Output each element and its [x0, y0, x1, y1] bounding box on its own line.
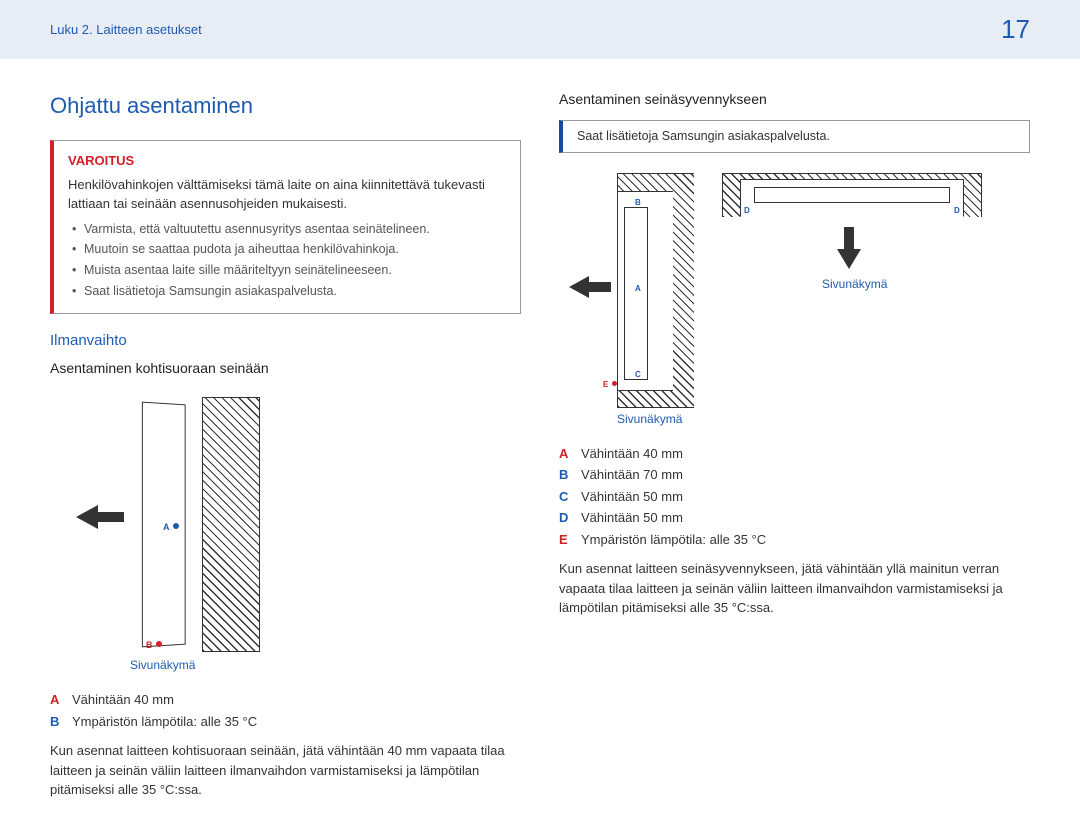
section-ventilation: Ilmanvaihto — [50, 330, 521, 353]
info-text: Saat lisätietoja Samsungin asiakaspalvel… — [577, 129, 830, 143]
marker-d: D — [744, 205, 750, 217]
warning-box: VAROITUS Henkilövahinkojen välttämiseksi… — [50, 140, 521, 314]
recess-top-panel — [754, 187, 950, 203]
legend-text: Vähintään 50 mm — [581, 487, 683, 507]
wall-hatch — [202, 397, 260, 652]
legend-row: B Ympäristön lämpötila: alle 35 °C — [50, 712, 521, 732]
legend-key-a: A — [559, 444, 573, 464]
caption-side-view: Sivunäkymä — [822, 275, 887, 293]
arrow-down-icon — [844, 227, 854, 249]
legend-key-e: E — [559, 530, 573, 550]
legend-row: E Ympäristön lämpötila: alle 35 °C — [559, 530, 1030, 550]
legend-key-c: C — [559, 487, 573, 507]
legend-key-a: A — [50, 690, 64, 710]
page-title: Ohjattu asentaminen — [50, 89, 521, 122]
body-text-1: Kun asennat laitteen kohtisuoraan seinää… — [50, 741, 521, 800]
diagram-recess-side-wrap: B A C E Sivunäkymä — [569, 173, 694, 428]
right-column: Asentaminen seinäsyvennykseen Saat lisät… — [559, 89, 1030, 800]
page-header: Luku 2. Laitteen asetukset 17 — [0, 0, 1080, 59]
legend-key-b: B — [50, 712, 64, 732]
legend-row: B Vähintään 70 mm — [559, 465, 1030, 485]
arrow-left-icon — [76, 505, 98, 529]
caption-side-view: Sivunäkymä — [130, 656, 521, 674]
warning-list: Varmista, että valtuutettu asennusyritys… — [68, 220, 506, 301]
diagram-recess-side: B A C E — [569, 173, 694, 408]
legend-row: A Vähintään 40 mm — [50, 690, 521, 710]
arrow-left-icon — [569, 276, 589, 298]
page-number: 17 — [1001, 10, 1030, 49]
marker-c: C — [635, 369, 641, 381]
marker-e: E — [603, 379, 608, 391]
info-box: Saat lisätietoja Samsungin asiakaspalvel… — [559, 120, 1030, 153]
legend-text: Vähintään 50 mm — [581, 508, 683, 528]
marker-b: B — [146, 639, 153, 653]
body-text-2: Kun asennat laitteen seinäsyvennykseen, … — [559, 559, 1030, 618]
legend-2: A Vähintään 40 mm B Vähintään 70 mm C Vä… — [559, 444, 1030, 550]
legend-row: A Vähintään 40 mm — [559, 444, 1030, 464]
subsection-perpendicular: Asentaminen kohtisuoraan seinään — [50, 358, 521, 379]
legend-row: D Vähintään 50 mm — [559, 508, 1030, 528]
warning-intro: Henkilövahinkojen välttämiseksi tämä lai… — [68, 175, 506, 214]
marker-a: A — [163, 521, 170, 535]
legend-text: Ympäristön lämpötila: alle 35 °C — [581, 530, 766, 550]
legend-text: Ympäristön lämpötila: alle 35 °C — [72, 712, 257, 732]
warning-title: VAROITUS — [68, 151, 506, 171]
legend-text: Vähintään 40 mm — [72, 690, 174, 710]
figure-perpendicular: A B Sivunäkymä — [50, 389, 521, 682]
warning-item: Muutoin se saattaa pudota ja aiheuttaa h… — [72, 240, 506, 259]
diagram-recess-top: D D Sivunäkymä — [722, 173, 982, 283]
subsection-recess: Asentaminen seinäsyvennykseen — [559, 89, 1030, 110]
left-column: Ohjattu asentaminen VAROITUS Henkilövahi… — [50, 89, 521, 800]
legend-text: Vähintään 40 mm — [581, 444, 683, 464]
warning-item: Muista asentaa laite sille määriteltyyn … — [72, 261, 506, 280]
caption-side-view: Sivunäkymä — [617, 410, 694, 428]
legend-key-b: B — [559, 465, 573, 485]
figure-recess: B A C E Sivunäkymä D D Sivunäkymä — [559, 165, 1030, 436]
legend-text: Vähintään 70 mm — [581, 465, 683, 485]
warning-item: Saat lisätietoja Samsungin asiakaspalvel… — [72, 282, 506, 301]
diagram-side-view-1: A B — [70, 397, 260, 652]
breadcrumb: Luku 2. Laitteen asetukset — [50, 20, 202, 40]
marker-b: B — [635, 197, 641, 209]
warning-item: Varmista, että valtuutettu asennusyritys… — [72, 220, 506, 239]
marker-a: A — [635, 283, 641, 295]
legend-row: C Vähintään 50 mm — [559, 487, 1030, 507]
content-area: Ohjattu asentaminen VAROITUS Henkilövahi… — [0, 59, 1080, 820]
legend-1: A Vähintään 40 mm B Ympäristön lämpötila… — [50, 690, 521, 731]
legend-key-d: D — [559, 508, 573, 528]
marker-d: D — [954, 205, 960, 217]
